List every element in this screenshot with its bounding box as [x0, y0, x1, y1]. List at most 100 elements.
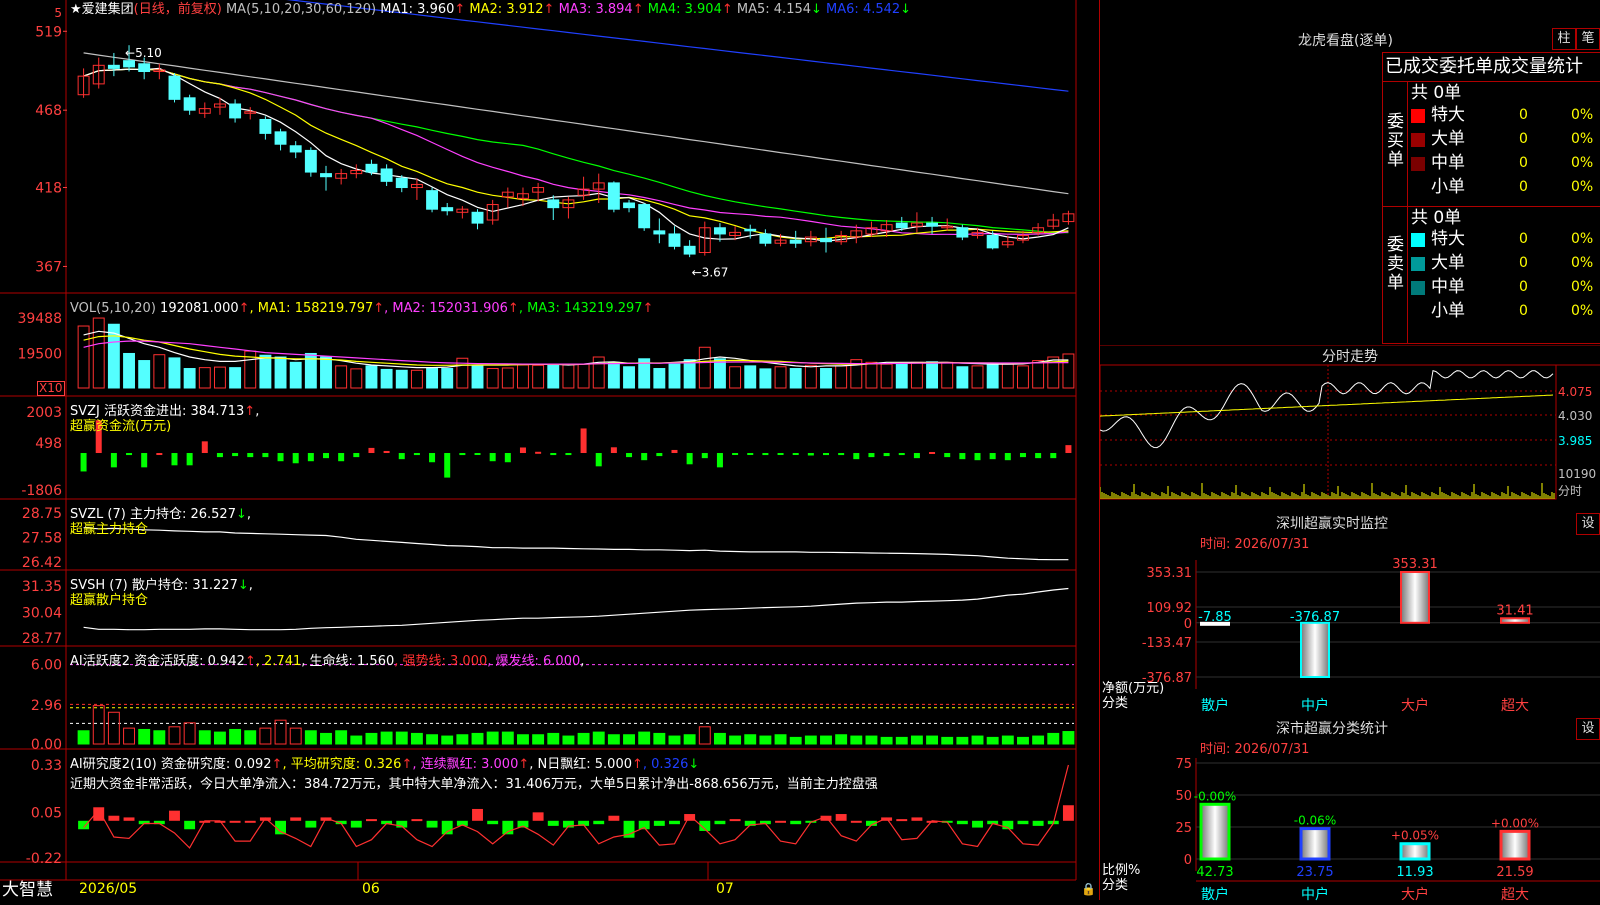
ai2-bar	[593, 820, 605, 825]
longhu-cell-name: 大单	[1431, 129, 1465, 149]
stats-change-label: +0.00%	[1491, 816, 1539, 830]
column-view-button[interactable]: 柱	[1552, 28, 1576, 50]
vol-bar	[229, 367, 242, 389]
ai2-comment: 近期大资金非常活跃，今日大单净流入：384.72万元，其中特大单净流入：31.4…	[70, 777, 878, 792]
svzj-bar	[413, 453, 420, 456]
ratio-chart[interactable]: 75 50 25 0 -0.00% 42.73 散户 -0.06% 23.75 中户 +0.05% 1…	[1100, 735, 1600, 905]
svzj-bar	[398, 453, 405, 460]
ai1-bar	[229, 728, 242, 745]
svzj-bar	[580, 428, 587, 454]
svzj-bar	[201, 441, 208, 454]
ai2-bar	[1017, 820, 1029, 825]
ai2-bar	[956, 820, 968, 825]
ai2-bar	[108, 815, 120, 821]
ai2-bar	[653, 820, 665, 826]
svzj-bar	[823, 453, 829, 456]
ai2-y-label: 0.33	[31, 758, 62, 774]
ai2-bar	[775, 820, 786, 823]
vol-bar	[774, 366, 787, 389]
stats-value-label: 23.75	[1296, 865, 1333, 880]
stats-category: 超大	[1501, 887, 1529, 903]
candle	[365, 163, 378, 173]
main-title-part: 爱建集团	[81, 2, 134, 17]
svzj-bar	[353, 453, 360, 458]
svzj-bar	[989, 453, 996, 460]
monitor-y-label: -133.47	[1142, 636, 1192, 651]
svzj-bar	[974, 453, 981, 461]
ai1-title: AI活跃度2 资金活跃度: 0.942↑, 2.741, 生命线: 1.560,…	[70, 654, 584, 669]
ai2-bar	[972, 820, 983, 828]
intraday-chart[interactable]: 4.075 4.030 3.985 10190 分时	[1100, 345, 1600, 505]
longhu-title: 龙虎看盘(逐单)	[1298, 33, 1393, 49]
svzj-bar	[247, 453, 254, 458]
ai1-bar	[820, 735, 832, 745]
vol-bar	[153, 354, 166, 389]
svzj-bar	[186, 453, 193, 466]
svzj-subtitle: 超赢资金流(万元)	[70, 419, 172, 434]
vol-ma1	[83, 330, 1069, 369]
sell-total: 共 0单	[1411, 208, 1462, 228]
ai2-title-part: ↑	[631, 757, 643, 772]
vol-bar	[956, 366, 969, 389]
price-y-label: 418	[35, 181, 62, 197]
svzj-bar	[701, 453, 708, 459]
main-title-part: MA5: 4.154	[732, 2, 812, 17]
vol-bar	[441, 368, 454, 389]
candle	[956, 227, 969, 238]
ai1-bar	[380, 731, 393, 745]
ma2-line	[83, 68, 1069, 240]
candle	[926, 222, 939, 227]
lock-icon[interactable]: 🔒	[1081, 882, 1096, 897]
candle	[289, 145, 302, 153]
ai1-bar	[259, 727, 272, 745]
vol-bar	[365, 365, 378, 389]
ai2-bar	[669, 820, 680, 825]
monitor-data-label: -7.85	[1198, 610, 1232, 625]
ai2-bar	[850, 820, 862, 823]
ai1-bar	[198, 730, 211, 745]
ai1-bar	[532, 734, 545, 745]
main-chart-area[interactable]: 519 468 418 367 5 ←5.10 ←3.67 39488 19500 2003 498…	[0, 0, 1096, 900]
vol-bar	[835, 365, 848, 389]
ai1-bar	[486, 731, 499, 745]
ai1-bar	[623, 734, 635, 745]
ai1-bar	[562, 735, 575, 745]
candle	[471, 211, 484, 224]
svzj-bar	[838, 453, 845, 456]
monitor-bar	[1300, 621, 1330, 679]
svzl-title-part: ↓	[235, 507, 247, 522]
vol-bar	[1032, 360, 1045, 389]
ai1-title-part: ,	[580, 654, 585, 669]
vol-title-part: 192081.000	[160, 301, 239, 316]
vol-bar	[335, 365, 348, 389]
svzj-bar	[277, 453, 284, 462]
tick-view-button[interactable]: 笔	[1576, 28, 1600, 50]
monitor-xlabel: 分类	[1102, 696, 1128, 711]
ai1-bar	[410, 732, 423, 745]
ai1-bar	[1047, 732, 1060, 745]
svsh-y-label: 31.35	[22, 579, 62, 595]
ma1-line	[83, 67, 1069, 242]
candle	[986, 234, 999, 249]
ai1-bar	[77, 730, 90, 745]
ai2-title-part: ↑	[401, 757, 413, 772]
candle	[441, 207, 454, 212]
svzj-bar	[716, 453, 723, 468]
ai2-title-part: ↑	[271, 757, 283, 772]
candle	[789, 239, 802, 244]
ai2-bar	[426, 820, 438, 828]
stats-ylabel: 比例%	[1102, 863, 1140, 878]
vol-bar	[562, 364, 575, 389]
stats-bar	[1199, 802, 1231, 861]
ai1-bar	[456, 734, 469, 745]
vol-bar	[410, 369, 423, 389]
ai1-bar	[865, 735, 878, 745]
svzj-title: SVZJ 活跃资金进出: 384.713↑,	[70, 404, 259, 419]
vol-bar	[941, 361, 954, 389]
stats-change-label: -0.00%	[1194, 789, 1236, 803]
vol-title-part: , MA1: 158219.797	[249, 301, 374, 316]
net-flow-chart[interactable]: 353.31109.920-133.47-376.87-7.85散户-376.8…	[1100, 530, 1600, 720]
buy-side-label: 委买单	[1387, 112, 1404, 170]
stats-bar	[1399, 842, 1431, 861]
vol-bar	[789, 368, 802, 389]
